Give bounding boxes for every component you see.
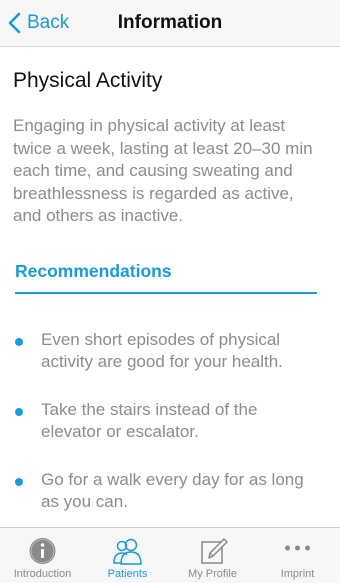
tab-label: My Profile bbox=[188, 568, 237, 580]
edit-icon bbox=[201, 538, 228, 564]
section-heading: Recommendations bbox=[15, 261, 172, 281]
tab-my-profile[interactable]: My Profile bbox=[170, 528, 255, 583]
more-icon bbox=[285, 545, 310, 551]
intro-paragraph: Engaging in physical activity at least t… bbox=[13, 116, 313, 225]
tab-label: Patients bbox=[107, 568, 148, 580]
recommendation-text: Take the stairs instead of the elevator … bbox=[41, 400, 258, 441]
tab-patients[interactable]: Patients bbox=[85, 528, 170, 583]
article-title: Physical Activity bbox=[13, 69, 163, 92]
navigation-bar: Back Information bbox=[0, 0, 340, 47]
recommendation-text: Go for a walk every day for as long as y… bbox=[41, 470, 304, 511]
recommendation-text: Even short episodes of physical activity… bbox=[41, 330, 283, 371]
section-divider bbox=[15, 292, 317, 294]
tab-label: Introduction bbox=[13, 568, 72, 580]
info-icon bbox=[29, 538, 56, 564]
page-title: Information bbox=[117, 12, 223, 33]
tab-bar: Introduction Patients My Profile Imprint bbox=[0, 527, 340, 583]
bullet-icon bbox=[15, 338, 23, 346]
content-area[interactable]: Physical Activity Engaging in physical a… bbox=[0, 47, 340, 527]
bullet-icon bbox=[15, 408, 23, 416]
tab-label: Imprint bbox=[280, 568, 315, 580]
tab-imprint[interactable]: Imprint bbox=[255, 528, 340, 583]
tab-introduction[interactable]: Introduction bbox=[0, 528, 85, 583]
patients-icon bbox=[113, 538, 142, 565]
bullet-icon bbox=[15, 478, 23, 486]
